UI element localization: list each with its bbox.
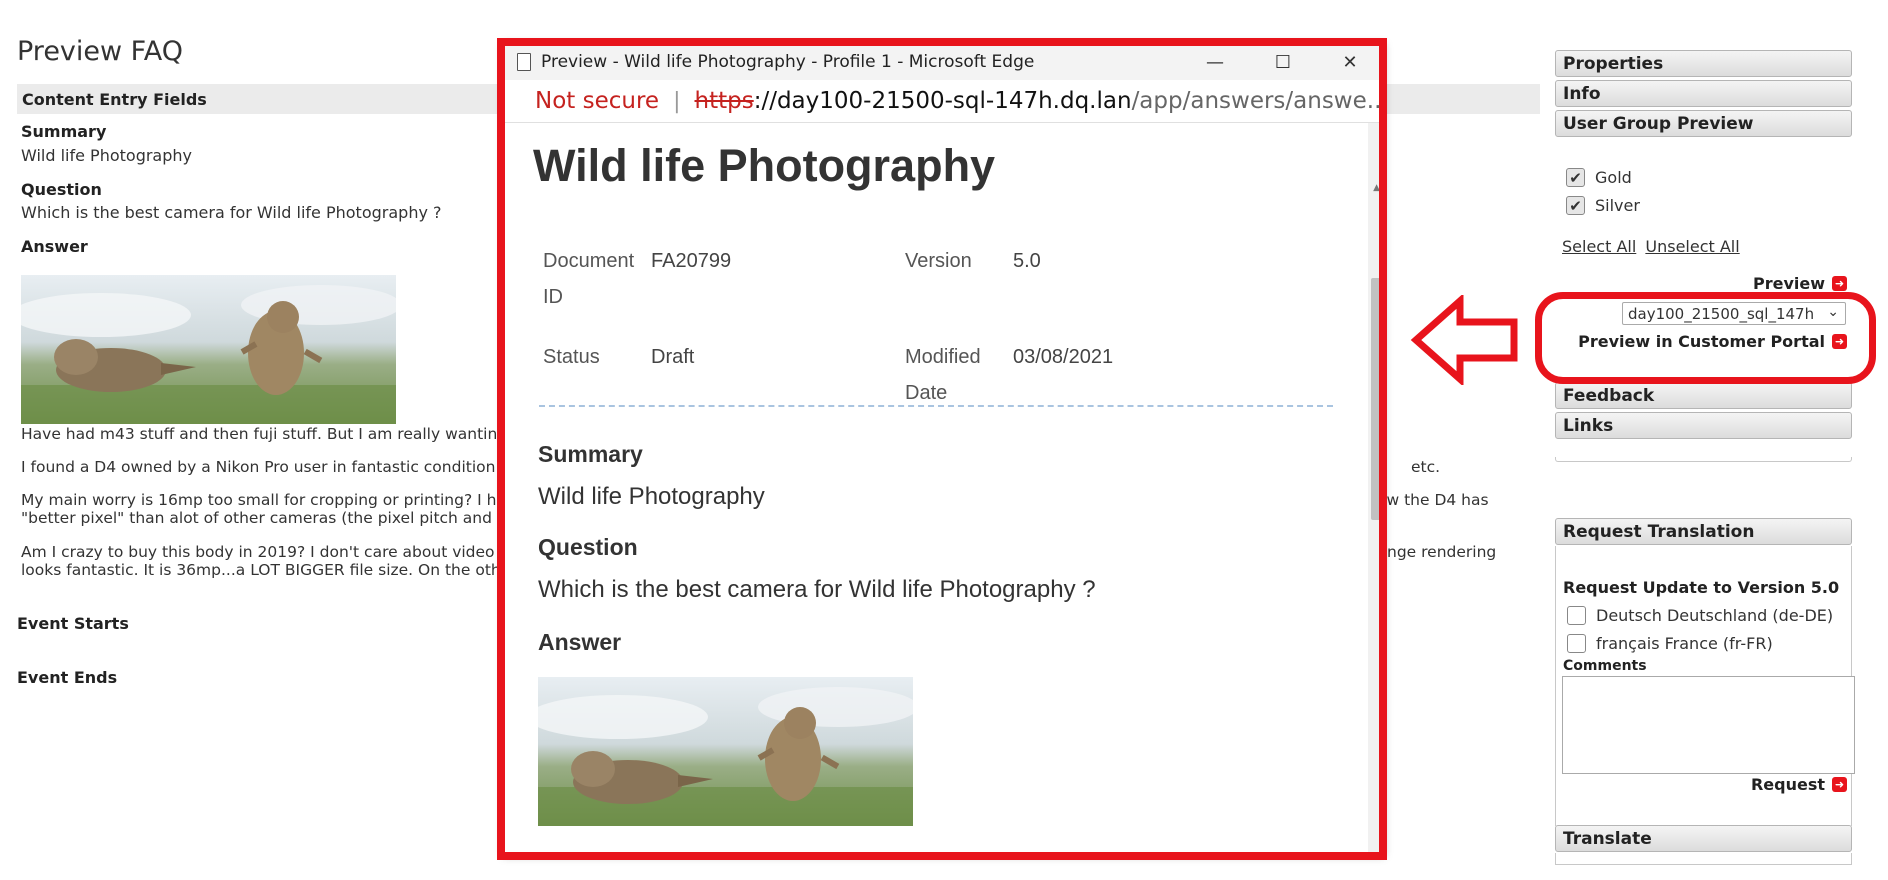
- request-label: Request: [1750, 775, 1825, 794]
- popup-wildlife-photo: [538, 677, 913, 826]
- url-host: ://day100-21500-sql-147h.dq.lan: [753, 88, 1132, 114]
- feedback-button[interactable]: Feedback: [1555, 382, 1852, 409]
- popup-summary-value: Wild life Photography: [538, 483, 765, 510]
- dashed-separator: [539, 405, 1333, 407]
- doc-title: Wild life Photography: [533, 140, 996, 191]
- annotation-arrow-icon: [1410, 295, 1518, 385]
- modified-date-value: 03/08/2021: [1013, 346, 1114, 368]
- not-secure-label[interactable]: Not secure: [535, 88, 659, 114]
- fr-checkbox[interactable]: [1567, 634, 1586, 653]
- answer-paragraph-3-tail: ow the D4 has: [1377, 491, 1489, 509]
- answer-paragraph-4-tail: nge rendering: [1387, 543, 1497, 561]
- status-label: Status: [543, 346, 600, 368]
- popup-question-value: Which is the best camera for Wild life P…: [538, 576, 1096, 603]
- comments-label: Comments: [1563, 658, 1647, 674]
- version-value: 5.0: [1013, 250, 1041, 272]
- preview-customer-portal-link[interactable]: Preview in Customer Portal ➜: [1578, 332, 1847, 351]
- group-gold-checkbox-row[interactable]: ✔ Gold: [1566, 168, 1632, 187]
- address-bar[interactable]: Not secure | https://day100-21500-sql-14…: [503, 80, 1384, 123]
- translate-panel: [1555, 853, 1852, 865]
- scroll-up-arrow-icon[interactable]: ▲: [1373, 183, 1380, 193]
- address-separator: |: [673, 88, 681, 114]
- unselect-all-link[interactable]: Unselect All: [1645, 237, 1739, 256]
- document-id-value: FA20799: [651, 250, 732, 272]
- preview-link[interactable]: Preview ➜: [1753, 274, 1847, 293]
- summary-label: Summary: [21, 122, 107, 141]
- comments-textarea[interactable]: [1562, 676, 1855, 774]
- links-panel-bottom: [1555, 457, 1852, 462]
- page-title: Preview FAQ: [17, 36, 183, 67]
- fr-label: français France (fr-FR): [1596, 634, 1773, 653]
- window-title: Preview - Wild life Photography - Profil…: [541, 52, 1035, 72]
- silver-label: Silver: [1595, 196, 1640, 215]
- request-translation-button[interactable]: Request Translation: [1555, 518, 1852, 545]
- de-label: Deutsch Deutschland (de-DE): [1596, 606, 1834, 625]
- arrow-right-icon: ➜: [1832, 276, 1847, 291]
- scroll-thumb[interactable]: [1371, 278, 1381, 520]
- close-icon[interactable]: ✕: [1316, 44, 1384, 80]
- status-value: Draft: [651, 346, 695, 368]
- arrow-right-icon: ➜: [1832, 777, 1847, 792]
- answer-label: Answer: [21, 237, 88, 256]
- portal-select[interactable]: day100_21500_sql_147h ⌄: [1622, 302, 1846, 325]
- group-silver-checkbox-row[interactable]: ✔ Silver: [1566, 196, 1640, 215]
- page-icon: [517, 53, 531, 71]
- select-links: Select All Unselect All: [1562, 237, 1740, 256]
- de-checkbox[interactable]: [1567, 606, 1586, 625]
- event-starts-label: Event Starts: [17, 614, 129, 633]
- edge-preview-window: Preview - Wild life Photography - Profil…: [503, 44, 1384, 856]
- portal-select-value: day100_21500_sql_147h: [1628, 305, 1815, 323]
- popup-scrollbar[interactable]: ▲: [1368, 123, 1384, 856]
- url-path: /app/answers/answe...: [1131, 88, 1384, 114]
- links-button[interactable]: Links: [1555, 412, 1852, 439]
- gold-checkbox[interactable]: ✔: [1566, 168, 1585, 187]
- document-id-label: Document ID: [543, 250, 635, 308]
- answer-paragraph-2-tail: etc.: [1411, 458, 1441, 476]
- summary-value: Wild life Photography: [21, 146, 192, 165]
- wildlife-photo: [21, 275, 396, 424]
- translate-button[interactable]: Translate: [1555, 825, 1852, 852]
- preview-customer-portal-label: Preview in Customer Portal: [1578, 332, 1825, 351]
- modified-date-label: Modified Date: [905, 346, 981, 404]
- request-update-heading: Request Update to Version 5.0: [1563, 578, 1840, 597]
- maximize-icon[interactable]: ☐: [1249, 44, 1317, 80]
- popup-answer-label: Answer: [538, 629, 622, 655]
- minimize-icon[interactable]: —: [1181, 44, 1249, 80]
- chevron-down-icon: ⌄: [1824, 304, 1839, 320]
- arrow-right-icon: ➜: [1832, 334, 1847, 349]
- select-all-link[interactable]: Select All: [1562, 237, 1636, 256]
- version-label: Version: [905, 250, 972, 272]
- preview-label: Preview: [1752, 274, 1825, 293]
- info-button[interactable]: Info: [1555, 80, 1852, 107]
- properties-button[interactable]: Properties: [1555, 50, 1852, 77]
- popup-question-label: Question: [538, 534, 638, 560]
- url-scheme: https: [694, 88, 754, 114]
- request-link[interactable]: Request ➜: [1751, 775, 1847, 794]
- gold-label: Gold: [1595, 168, 1632, 187]
- popup-summary-label: Summary: [538, 441, 643, 467]
- user-group-preview-button[interactable]: User Group Preview: [1555, 110, 1852, 137]
- question-value: Which is the best camera for Wild life P…: [21, 203, 442, 222]
- lang-de-checkbox-row[interactable]: Deutsch Deutschland (de-DE): [1567, 606, 1833, 625]
- question-label: Question: [21, 180, 102, 199]
- silver-checkbox[interactable]: ✔: [1566, 196, 1585, 215]
- event-ends-label: Event Ends: [17, 668, 118, 687]
- lang-fr-checkbox-row[interactable]: français France (fr-FR): [1567, 634, 1773, 653]
